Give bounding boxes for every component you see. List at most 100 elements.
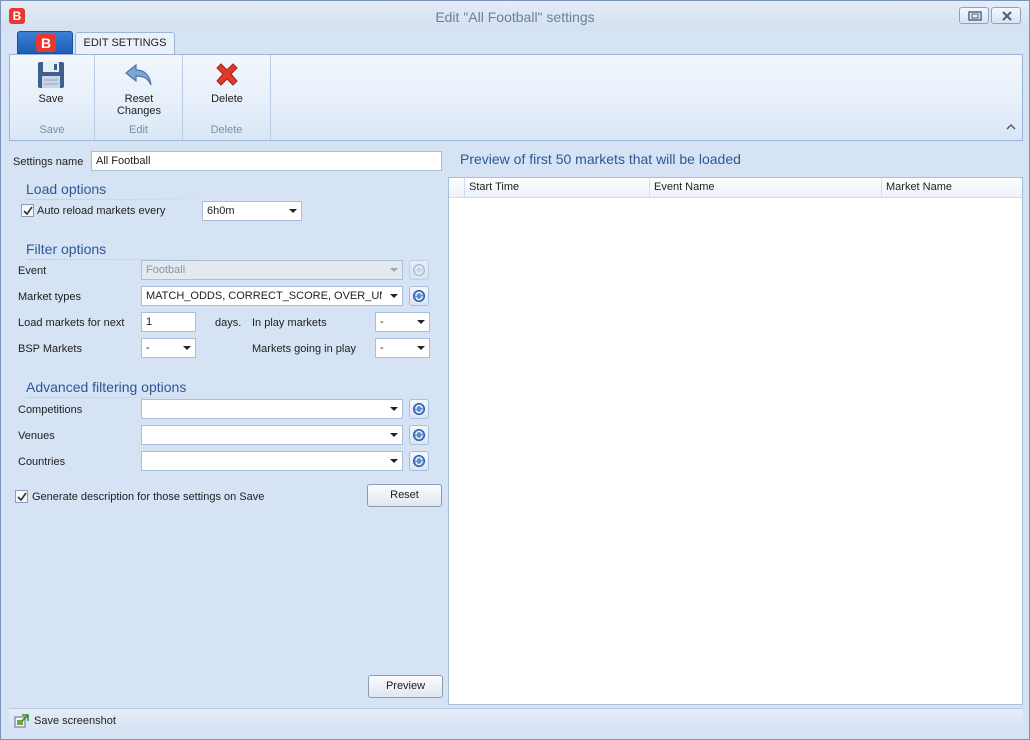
- checkmark-icon: [17, 492, 27, 502]
- countries-refresh-button[interactable]: [409, 451, 429, 471]
- auto-reload-checkbox[interactable]: [21, 204, 34, 217]
- delete-label: Delete: [211, 93, 243, 105]
- chevron-down-icon: [390, 294, 398, 298]
- close-button[interactable]: [991, 7, 1021, 24]
- days-label: days.: [215, 317, 242, 329]
- undo-arrow-icon: [125, 63, 152, 86]
- tab-edit-settings[interactable]: EDIT SETTINGS: [75, 32, 175, 55]
- row-indicator-header: [449, 178, 465, 197]
- group-label-edit: Edit: [129, 124, 148, 136]
- refresh-icon: [413, 429, 425, 441]
- event-value: Football: [146, 264, 186, 276]
- section-divider: [26, 199, 226, 200]
- save-button[interactable]: Save: [24, 59, 78, 105]
- reset-changes-label-1: Reset: [124, 93, 154, 105]
- chevron-down-icon: [417, 320, 425, 324]
- generate-description-label: Generate description for those settings …: [32, 491, 265, 503]
- chevron-down-icon: [390, 433, 398, 437]
- save-label: Save: [38, 93, 64, 105]
- preview-grid[interactable]: Start Time Event Name Market Name: [448, 177, 1023, 705]
- venues-label: Venues: [18, 430, 55, 442]
- section-divider: [26, 397, 226, 398]
- competitions-label: Competitions: [18, 404, 83, 416]
- market-types-value: MATCH_ODDS, CORRECT_SCORE, OVER_UND...: [146, 290, 382, 302]
- load-next-days-input[interactable]: 1: [141, 312, 196, 332]
- in-play-markets-value: -: [380, 316, 384, 328]
- status-bar: Save screenshot: [9, 708, 1023, 733]
- bsp-markets-value: -: [146, 342, 150, 354]
- going-in-play-value: -: [380, 342, 384, 354]
- ribbon-panel: Save Save Reset Changes Edit Delete Dele…: [9, 54, 1023, 141]
- save-screenshot-link[interactable]: Save screenshot: [34, 715, 116, 727]
- chevron-down-icon: [390, 459, 398, 463]
- reset-changes-label-2: Changes: [116, 105, 162, 117]
- chevron-down-icon: [289, 209, 297, 213]
- refresh-icon: [413, 290, 425, 302]
- delete-button[interactable]: Delete: [199, 59, 255, 105]
- restore-icon: [968, 11, 982, 21]
- generate-description-checkbox[interactable]: [15, 490, 28, 503]
- refresh-icon: [413, 264, 425, 276]
- event-select: Football: [141, 260, 403, 280]
- reset-changes-button[interactable]: Reset Changes: [105, 59, 173, 117]
- bsp-markets-select[interactable]: -: [141, 338, 196, 358]
- group-label-save: Save: [39, 124, 65, 136]
- settings-form: Settings name All Football Load options …: [9, 146, 447, 704]
- market-types-refresh-button[interactable]: [409, 286, 429, 306]
- chevron-down-icon: [417, 346, 425, 350]
- floppy-disk-icon: [38, 62, 64, 88]
- load-options-heading: Load options: [26, 181, 107, 197]
- auto-reload-label: Auto reload markets every: [37, 205, 166, 217]
- bsp-markets-label: BSP Markets: [18, 343, 82, 355]
- going-in-play-label: Markets going in play: [252, 343, 356, 355]
- ribbon-group-save: Save Save: [10, 55, 95, 140]
- grid-header: Start Time Event Name Market Name: [449, 178, 1022, 198]
- settings-name-label: Settings name: [13, 156, 84, 168]
- reset-button[interactable]: Reset: [367, 484, 442, 507]
- chevron-down-icon: [390, 268, 398, 272]
- column-header-start-time[interactable]: Start Time: [465, 178, 650, 197]
- venues-refresh-button[interactable]: [409, 425, 429, 445]
- in-play-markets-select[interactable]: -: [375, 312, 430, 332]
- load-next-label: Load markets for next: [18, 317, 125, 329]
- refresh-icon: [413, 403, 425, 415]
- screenshot-export-icon[interactable]: [14, 713, 30, 729]
- in-play-markets-label: In play markets: [252, 317, 327, 329]
- refresh-icon: [413, 455, 425, 467]
- market-types-select[interactable]: MATCH_ODDS, CORRECT_SCORE, OVER_UND...: [141, 286, 403, 306]
- title-bar: B Edit "All Football" settings: [1, 1, 1029, 31]
- auto-reload-interval-select[interactable]: 6h0m: [202, 201, 302, 221]
- chevron-down-icon: [183, 346, 191, 350]
- advanced-filtering-heading: Advanced filtering options: [26, 379, 187, 395]
- chevron-down-icon: [390, 407, 398, 411]
- settings-name-input[interactable]: All Football: [91, 151, 442, 171]
- app-logo-icon: B: [36, 34, 56, 52]
- going-in-play-select[interactable]: -: [375, 338, 430, 358]
- group-label-delete: Delete: [210, 124, 243, 136]
- preview-button[interactable]: Preview: [368, 675, 443, 698]
- ribbon-group-edit: Reset Changes Edit: [95, 55, 183, 140]
- collapse-ribbon-icon[interactable]: [1006, 123, 1016, 131]
- event-refresh-button: [409, 260, 429, 280]
- restore-button[interactable]: [959, 7, 989, 24]
- preview-title: Preview of first 50 markets that will be…: [460, 151, 741, 167]
- market-types-label: Market types: [18, 291, 81, 303]
- competitions-select[interactable]: [141, 399, 403, 419]
- countries-label: Countries: [18, 456, 66, 468]
- red-x-icon: [216, 63, 238, 86]
- countries-select[interactable]: [141, 451, 403, 471]
- ribbon-group-delete: Delete Delete: [183, 55, 271, 140]
- ribbon-tab-strip: B EDIT SETTINGS: [9, 31, 1023, 55]
- filter-options-heading: Filter options: [26, 241, 107, 257]
- close-icon: [1002, 11, 1012, 21]
- venues-select[interactable]: [141, 425, 403, 445]
- settings-window: B Edit "All Football" settings B EDIT SE…: [0, 0, 1030, 740]
- window-title: Edit "All Football" settings: [435, 9, 595, 25]
- column-header-market-name[interactable]: Market Name: [882, 178, 1022, 197]
- event-label: Event: [18, 265, 47, 277]
- auto-reload-interval-value: 6h0m: [207, 205, 235, 217]
- checkmark-icon: [23, 206, 33, 216]
- competitions-refresh-button[interactable]: [409, 399, 429, 419]
- column-header-event-name[interactable]: Event Name: [650, 178, 882, 197]
- application-menu-button[interactable]: B: [17, 31, 73, 54]
